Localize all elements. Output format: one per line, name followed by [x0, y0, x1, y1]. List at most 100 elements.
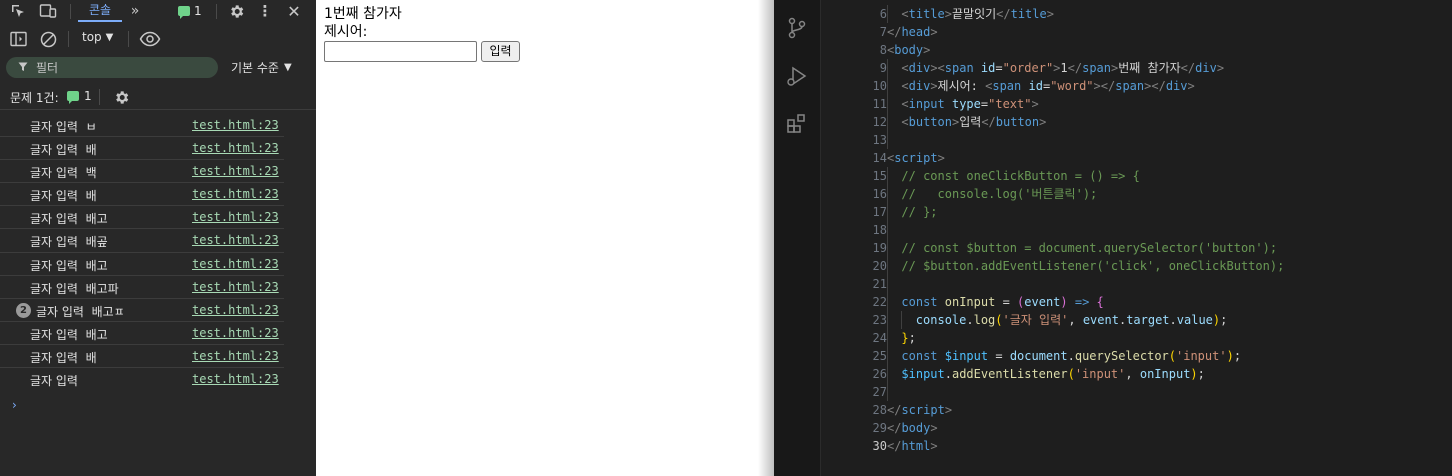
code-text: </body>: [887, 421, 938, 435]
line-number: 19: [872, 241, 887, 255]
code-line: 12 <button>입력</button>: [821, 113, 1452, 131]
code-line: 13: [821, 131, 1452, 149]
run-debug-icon[interactable]: [785, 64, 809, 88]
console-source-link[interactable]: test.html:23: [192, 372, 279, 386]
indent-guide: [887, 131, 888, 149]
code-line: 17 // };: [821, 203, 1452, 221]
settings-gear-icon[interactable]: [226, 1, 246, 21]
caret-down-icon: ▼: [105, 31, 114, 43]
word-input[interactable]: [324, 41, 477, 62]
code-text: <title>끝말잇기</title>: [901, 7, 1054, 21]
code-text: <div><span id="order">1</span>번째 참가자</di…: [901, 61, 1225, 75]
context-selector[interactable]: top ▼: [82, 30, 113, 44]
issues-badge[interactable]: 1: [67, 89, 92, 104]
code-line: 22 const onInput = (event) => {: [821, 293, 1452, 311]
console-source-link[interactable]: test.html:23: [192, 326, 279, 340]
console-log-message: 글자 입력 배고: [30, 258, 108, 273]
more-options-icon[interactable]: ⋮: [258, 2, 273, 20]
code-line: 7 </head>: [821, 23, 1452, 41]
clear-console-icon[interactable]: [38, 29, 58, 49]
indent-guide: [887, 329, 888, 347]
messages-badge[interactable]: 1: [178, 3, 202, 19]
console-source-link[interactable]: test.html:23: [192, 303, 279, 317]
code-text: </head>: [887, 25, 938, 39]
console-source-link[interactable]: test.html:23: [192, 280, 279, 294]
code-line: 27: [821, 383, 1452, 401]
log-levels-dropdown[interactable]: 기본 수준 ▼: [231, 59, 292, 76]
submit-button[interactable]: 입력: [481, 41, 520, 62]
code-line: 15 // const oneClickButton = () => {: [821, 167, 1452, 185]
indent-guide: [887, 167, 888, 185]
divider: [99, 89, 100, 105]
console-log-message: 글자 입력 배고: [30, 212, 108, 227]
inspect-element-icon[interactable]: [9, 3, 27, 19]
repeat-count-badge: 2: [16, 302, 31, 318]
indent-guide: [887, 239, 888, 257]
console-log-row: 글자 입력 배 test.html:23: [0, 183, 284, 207]
line-number: 24: [872, 331, 887, 345]
code-text: // $button.addEventListener('click', one…: [901, 259, 1285, 273]
issues-bar: 문제 1건: 1: [0, 84, 316, 110]
divider: [216, 4, 217, 19]
code-area[interactable]: 6 <title>끝말잇기</title> 7 </head> 8 <body> 9 <div…: [821, 0, 1452, 476]
message-icon: [67, 91, 79, 104]
line-number: 27: [872, 385, 887, 399]
console-prompt[interactable]: ›: [12, 398, 17, 412]
console-toolbar: [0, 26, 316, 52]
line-number: 25: [872, 349, 887, 363]
code-text: <div>제시어: <span id="word"></span></div>: [901, 79, 1195, 93]
device-toolbar-icon[interactable]: [38, 3, 58, 19]
code-line: 23 console.log('글자 입력', event.target.valu…: [821, 311, 1452, 329]
code-line: 11 <input type="text">: [821, 95, 1452, 113]
tab-console[interactable]: 콘솔: [78, 0, 122, 22]
line-number: 30: [872, 439, 887, 453]
code-line: 26 $input.addEventListener('input', onInp…: [821, 365, 1452, 383]
console-log-row: 2 글자 입력 배고ㅍ test.html:23: [0, 299, 284, 322]
log-levels-label: 기본 수준: [231, 61, 279, 75]
line-number: 29: [872, 421, 887, 435]
source-control-icon[interactable]: [785, 16, 809, 40]
console-source-link[interactable]: test.html:23: [192, 118, 279, 132]
eye-icon[interactable]: [138, 29, 162, 49]
console-source-link[interactable]: test.html:23: [192, 233, 279, 247]
console-source-link[interactable]: test.html:23: [192, 141, 279, 155]
console-log-row: 글자 입력 ㅂ test.html:23: [0, 114, 284, 138]
indent-guide: [901, 311, 903, 329]
message-icon: [178, 6, 190, 19]
filter-placeholder: 필터: [36, 61, 59, 75]
console-source-link[interactable]: test.html:23: [192, 164, 279, 178]
code-line: 6 <title>끝말잇기</title>: [821, 5, 1452, 23]
console-log-message: 글자 입력 배: [30, 189, 97, 204]
order-suffix: 번째 참가자: [332, 6, 402, 22]
issues-count: 1: [84, 89, 92, 103]
code-line: 14 <script>: [821, 149, 1452, 167]
console-settings-gear-icon[interactable]: [111, 87, 131, 107]
filter-input[interactable]: 필터: [6, 57, 218, 78]
more-tabs-icon[interactable]: »: [127, 2, 143, 20]
word-line: 제시어:: [324, 24, 368, 40]
devtools-tabbar: 콘솔 » 1 ⋮ ✕: [0, 0, 316, 22]
close-icon[interactable]: ✕: [285, 1, 303, 21]
code-text: <button>입력</button>: [901, 115, 1047, 129]
order-number: 1: [324, 6, 333, 22]
indent-guide: [887, 203, 888, 221]
console-source-link[interactable]: test.html:23: [192, 349, 279, 363]
line-number: 15: [872, 169, 887, 183]
indent-guide: [887, 113, 888, 131]
code-line: 9 <div><span id="order">1</span>번째 참가자</d…: [821, 59, 1452, 77]
code-line: 24};: [821, 329, 1452, 347]
console-source-link[interactable]: test.html:23: [192, 187, 279, 201]
code-text: $input.addEventListener('input', onInput…: [901, 367, 1205, 381]
order-line: 1번째 참가자: [324, 3, 402, 23]
console-log-row: 글자 입력 배고 test.html:23: [0, 322, 284, 345]
sidebar-toggle-icon[interactable]: [8, 29, 28, 49]
console-log-message: 글자 입력 배: [30, 350, 97, 365]
divider: [70, 4, 71, 19]
indent-guide: [887, 59, 888, 77]
indent-guide: [887, 77, 888, 95]
indent-guide: [887, 275, 888, 293]
code-line: 21: [821, 275, 1452, 293]
extensions-icon[interactable]: [785, 112, 809, 136]
console-source-link[interactable]: test.html:23: [192, 210, 279, 224]
console-source-link[interactable]: test.html:23: [192, 257, 279, 271]
